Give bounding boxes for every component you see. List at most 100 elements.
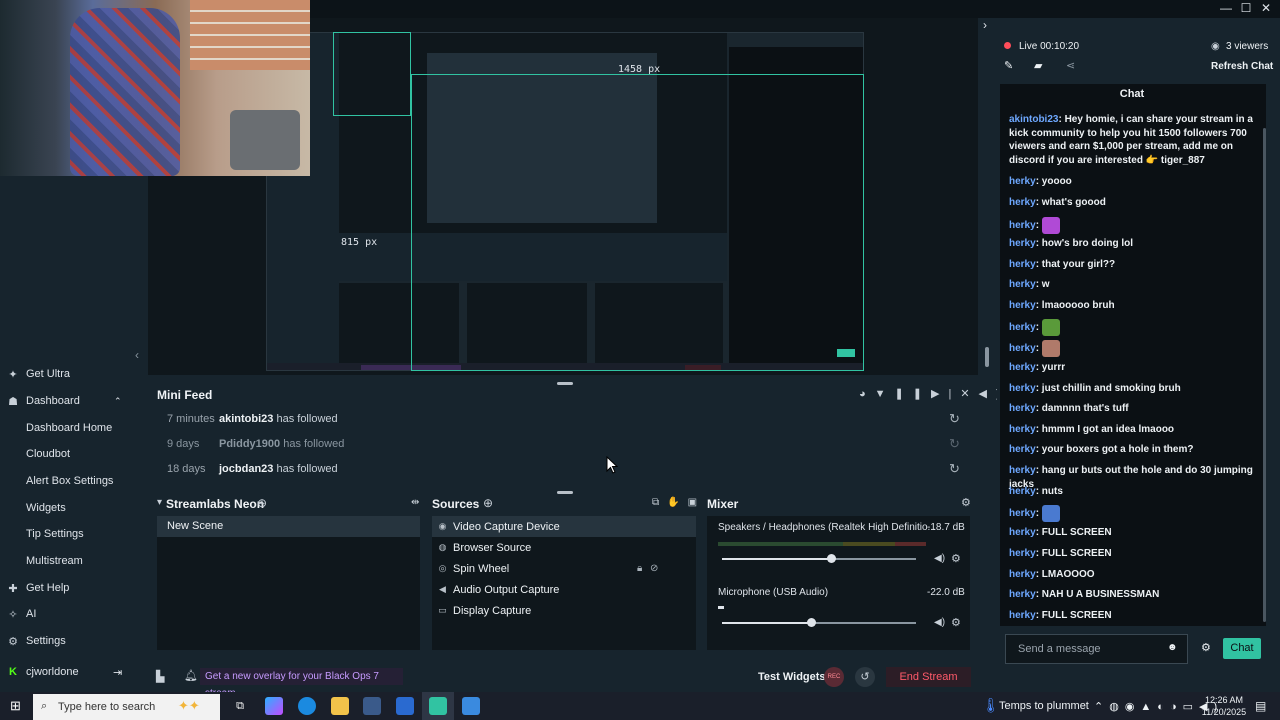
sidebar-item-account[interactable]: Kcjworldone ⇥ bbox=[0, 660, 135, 684]
collapse-docks-icon[interactable]: ▾ bbox=[157, 497, 162, 508]
replay-buffer-button[interactable]: ↺ bbox=[855, 667, 875, 687]
chat-username[interactable]: herky bbox=[1009, 322, 1036, 333]
sidebar-item-dashboard[interactable]: ☗ Dashboard ⌃ bbox=[0, 389, 135, 413]
chat-username[interactable]: herky bbox=[1009, 238, 1036, 249]
file-explorer-icon[interactable] bbox=[331, 697, 349, 715]
chat-message: herky: yurrr bbox=[1009, 362, 1066, 373]
chat-username[interactable]: herky bbox=[1009, 527, 1036, 538]
chat-username[interactable]: herky bbox=[1009, 548, 1036, 559]
close-button[interactable]: ✕ bbox=[1256, 1, 1276, 15]
chat-username[interactable]: herky bbox=[1009, 176, 1036, 187]
chat-username[interactable]: herky bbox=[1009, 569, 1036, 580]
source-item[interactable]: ◍ Browser Source bbox=[432, 537, 696, 558]
test-widgets-button[interactable]: Test Widgets bbox=[758, 671, 826, 683]
chat-username[interactable]: herky bbox=[1009, 300, 1036, 311]
sidebar-item-get-help[interactable]: ✚ Get Help bbox=[0, 576, 135, 600]
send-chat-button[interactable]: Chat bbox=[1223, 638, 1261, 659]
chat-username[interactable]: herky bbox=[1009, 589, 1036, 600]
chat-username[interactable]: herky bbox=[1009, 465, 1036, 476]
add-scene-icon[interactable]: ⊕ bbox=[257, 496, 267, 510]
mail-icon[interactable] bbox=[396, 697, 414, 715]
notifications-icon[interactable]: ▤ bbox=[1255, 699, 1266, 713]
sidebar-item-tip-settings[interactable]: Tip Settings bbox=[0, 522, 135, 546]
chat-username[interactable]: herky bbox=[1009, 486, 1036, 497]
promo-banner[interactable]: Get a new overlay for your Black Ops 7 s… bbox=[200, 668, 403, 699]
copilot-icon[interactable] bbox=[265, 697, 283, 715]
streamlabs-icon[interactable] bbox=[429, 697, 447, 715]
volume-icon[interactable]: ◀) bbox=[934, 617, 945, 628]
sidebar-item-dashboard-home[interactable]: Dashboard Home bbox=[0, 416, 135, 440]
webcam-selection-box[interactable] bbox=[333, 32, 411, 116]
chat-settings-icon[interactable]: ⚙ bbox=[1201, 641, 1211, 654]
channel-settings-icon[interactable]: ⚙ bbox=[951, 552, 961, 565]
sidebar-item-ai[interactable]: ✧ AI bbox=[0, 602, 135, 626]
sidebar-item-multistream[interactable]: Multistream bbox=[0, 549, 135, 573]
sidebar-item-widgets[interactable]: Widgets bbox=[0, 496, 135, 520]
volume-icon[interactable]: ◀) bbox=[934, 553, 945, 564]
replay-alert-icon[interactable]: ↻ bbox=[949, 411, 960, 427]
chat-username[interactable]: herky bbox=[1009, 444, 1036, 455]
maximize-button[interactable]: ☐ bbox=[1236, 1, 1256, 15]
chat-message-input[interactable]: Send a message bbox=[1005, 634, 1188, 664]
refresh-chat-button[interactable]: Refresh Chat bbox=[1211, 61, 1273, 72]
sidebar-item-cloudbot[interactable]: Cloudbot bbox=[0, 442, 135, 466]
chat-username[interactable]: herky bbox=[1009, 197, 1036, 208]
collapse-sidebar-icon[interactable]: ‹ bbox=[135, 348, 139, 362]
clip-icon[interactable]: ▰ bbox=[1034, 59, 1042, 72]
sidebar-item-alert-box-settings[interactable]: Alert Box Settings bbox=[0, 469, 135, 493]
logout-icon[interactable]: ⇥ bbox=[113, 666, 122, 679]
task-view-icon[interactable]: ⧉ bbox=[231, 697, 249, 715]
expand-chevron-icon[interactable]: › bbox=[983, 18, 987, 32]
source-tools-icons[interactable]: ⧉✋▣ bbox=[652, 497, 705, 508]
notification-bell-icon[interactable]: 🔔︎ bbox=[184, 669, 198, 682]
source-item[interactable]: ◀ Audio Output Capture bbox=[432, 579, 696, 600]
performance-icon[interactable]: ▙ bbox=[156, 670, 164, 683]
minimize-button[interactable]: — bbox=[1216, 1, 1236, 15]
replay-alert-icon[interactable]: ↻ bbox=[949, 461, 960, 477]
chat-scrollbar[interactable] bbox=[1263, 128, 1266, 622]
source-item[interactable]: ◎ Spin Wheel 🔒︎ ⊘ bbox=[432, 558, 696, 579]
chat-username[interactable]: herky bbox=[1009, 362, 1036, 373]
source-item[interactable]: ◉ Video Capture Device bbox=[432, 516, 696, 537]
hidden-eye-icon[interactable]: ⊘ bbox=[650, 563, 658, 574]
weather-text[interactable]: Temps to plummet bbox=[999, 700, 1089, 712]
chat-username[interactable]: herky bbox=[1009, 403, 1036, 414]
microsoft-store-icon[interactable] bbox=[363, 697, 381, 715]
app-icon[interactable] bbox=[462, 697, 480, 715]
edge-browser-icon[interactable] bbox=[298, 697, 316, 715]
source-item[interactable]: ▭ Display Capture bbox=[432, 600, 696, 621]
share-icon[interactable]: ⋖ bbox=[1066, 59, 1075, 72]
add-source-icon[interactable]: ⊕ bbox=[483, 496, 493, 510]
record-button[interactable]: REC bbox=[824, 667, 844, 687]
scene-item[interactable]: New Scene bbox=[157, 516, 420, 537]
end-stream-button[interactable]: End Stream bbox=[886, 667, 971, 687]
streamlabs-app: — ☐ ✕ 1458 px 815 px ✦ Get Ultra ☗ Dashb… bbox=[0, 0, 1280, 699]
sidebar-item-settings[interactable]: ⚙ Settings bbox=[0, 629, 135, 653]
chat-username[interactable]: herky bbox=[1009, 220, 1036, 231]
taskbar-clock[interactable]: 12:26 AM 11/20/2025 bbox=[1198, 694, 1250, 718]
scene-transitions-icon[interactable]: ⇹ bbox=[411, 497, 419, 508]
chat-username[interactable]: herky bbox=[1009, 610, 1036, 621]
lock-icon[interactable]: 🔒︎ bbox=[637, 563, 642, 574]
sidebar-item-label: Widgets bbox=[26, 502, 66, 514]
chat-username[interactable]: herky bbox=[1009, 343, 1036, 354]
replay-alert-icon[interactable]: ↻ bbox=[949, 436, 960, 452]
source-label: Display Capture bbox=[453, 604, 532, 617]
emoji-icon[interactable]: ☻ bbox=[1167, 642, 1178, 653]
chat-username[interactable]: herky bbox=[1009, 508, 1036, 519]
chat-username[interactable]: akintobi23 bbox=[1009, 114, 1058, 125]
chat-username[interactable]: herky bbox=[1009, 259, 1036, 270]
preview-resize-handle[interactable] bbox=[985, 347, 989, 367]
mixer-settings-icon[interactable]: ⚙ bbox=[961, 496, 971, 509]
display-selection-box[interactable] bbox=[411, 74, 864, 371]
edit-stream-icon[interactable]: ✎ bbox=[1004, 59, 1013, 72]
chat-username[interactable]: herky bbox=[1009, 279, 1036, 290]
channel-settings-icon[interactable]: ⚙ bbox=[951, 616, 961, 629]
sidebar-item-get-ultra[interactable]: ✦ Get Ultra bbox=[0, 362, 135, 386]
chat-message: herky: lmaooooo bruh bbox=[1009, 300, 1115, 311]
volume-slider-knob[interactable] bbox=[826, 554, 836, 563]
chat-username[interactable]: herky bbox=[1009, 383, 1036, 394]
windows-start-icon[interactable]: ⊞ bbox=[10, 698, 21, 714]
chat-username[interactable]: herky bbox=[1009, 424, 1036, 435]
feed-resize-bar[interactable] bbox=[557, 491, 573, 494]
